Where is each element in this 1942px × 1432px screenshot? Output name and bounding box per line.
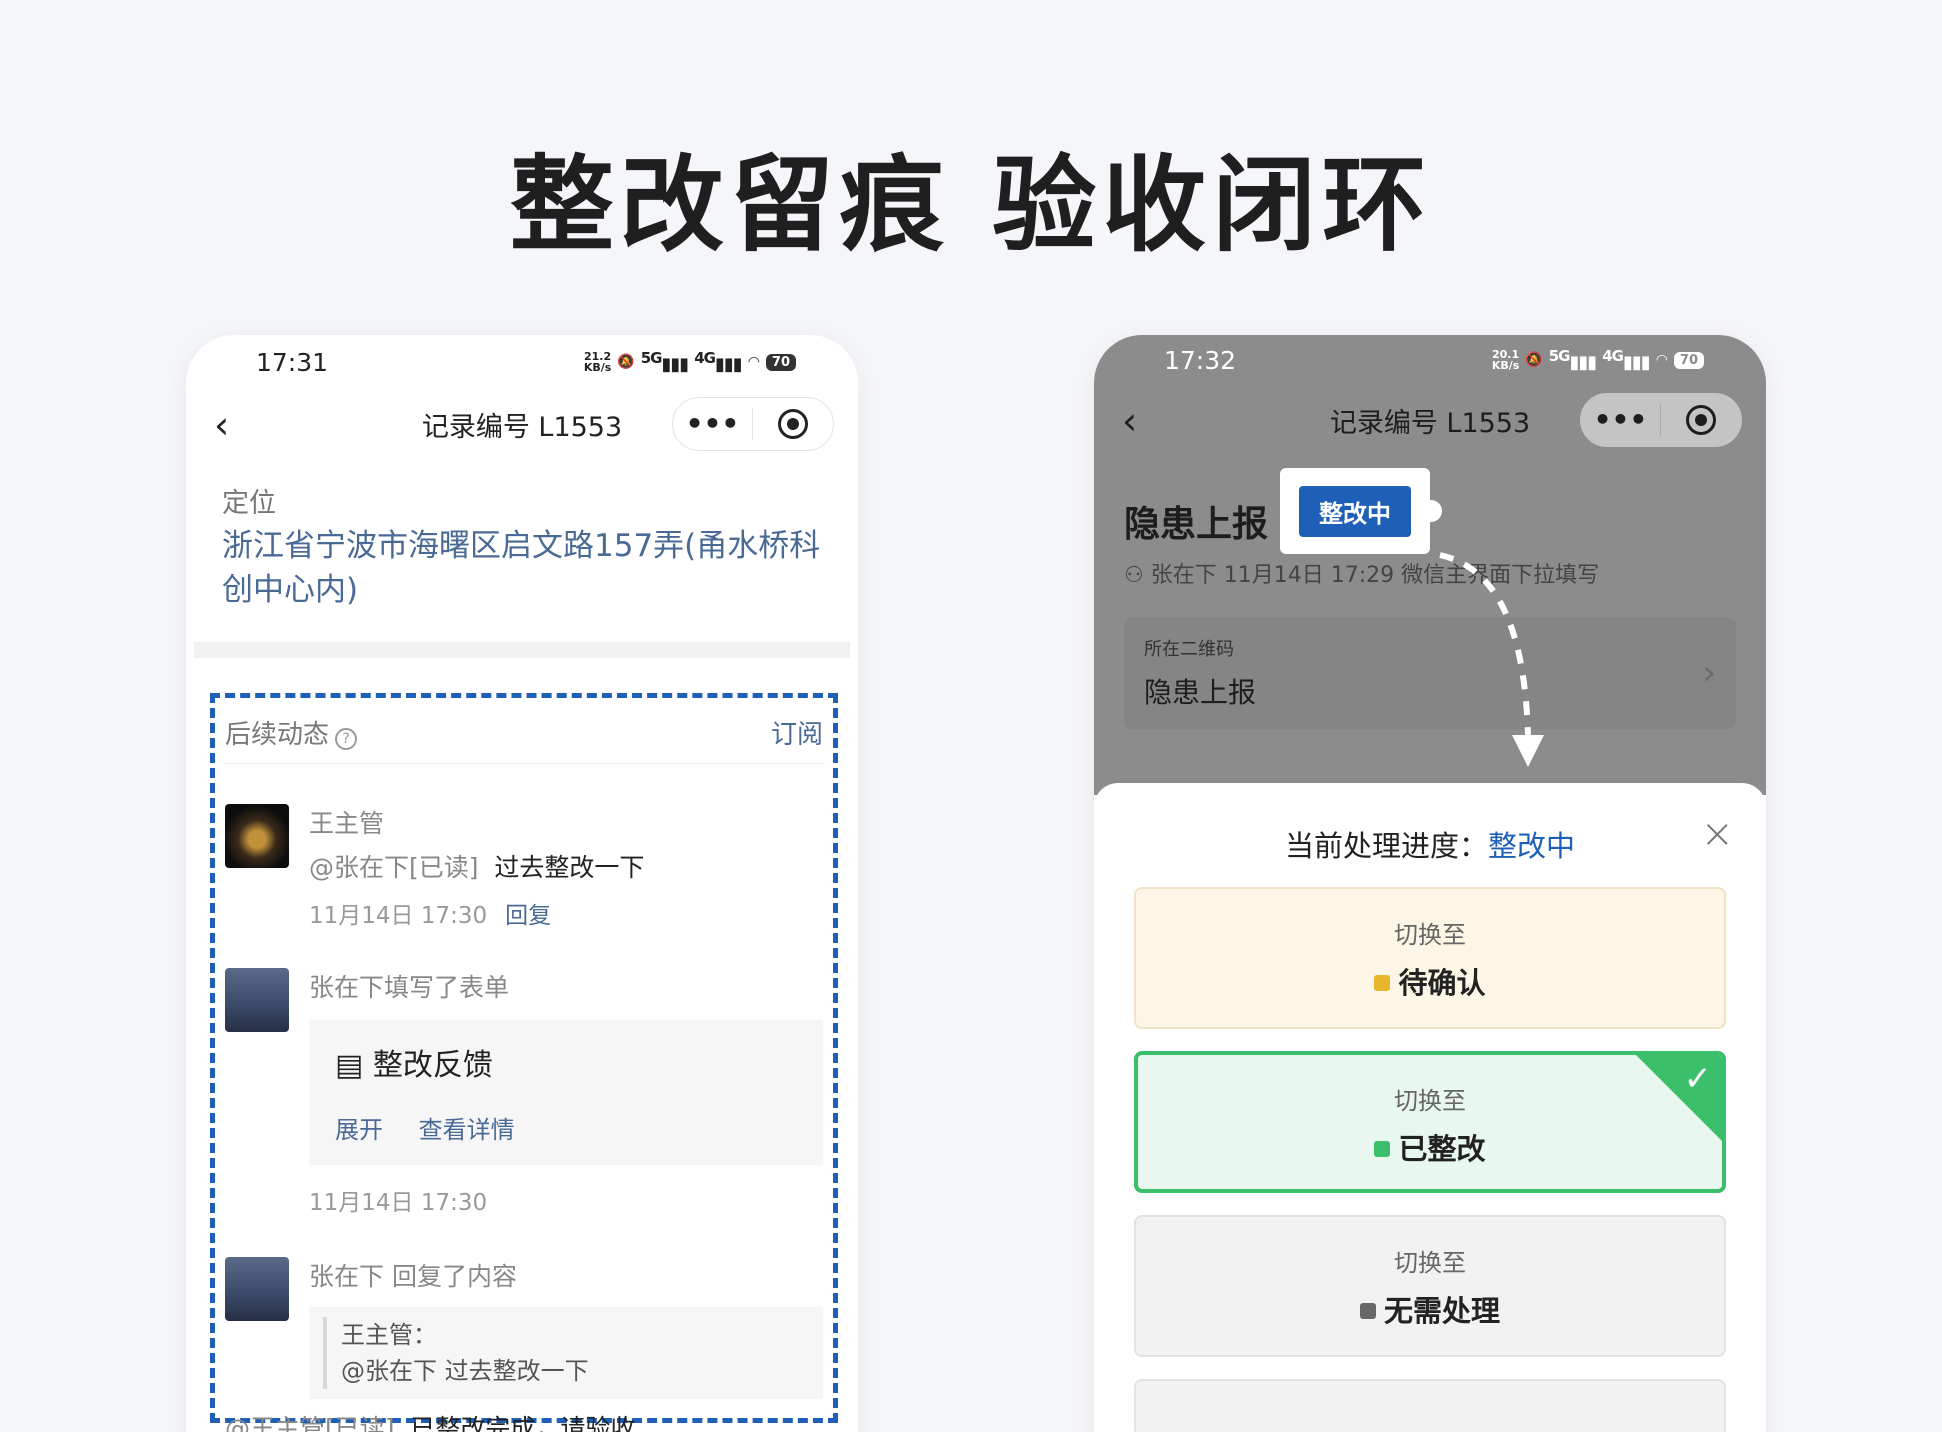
- status-time: 17:31: [256, 347, 329, 377]
- status-dot: [1374, 1141, 1391, 1157]
- status-badge[interactable]: 整改中: [1299, 485, 1411, 537]
- location-section: 定位 浙江省宁波市海曙区启文路157弄(甬水桥科创中心内): [186, 463, 858, 612]
- entry-time: 11月14日 17:30: [309, 1190, 488, 1216]
- entry-meta: 11月14日 17:30 回复: [309, 896, 823, 930]
- avatar[interactable]: [225, 804, 289, 868]
- mute-icon: 🔕: [1525, 352, 1543, 368]
- nav-bar: ‹ 记录编号 L1553 •••: [186, 385, 858, 463]
- reply-button[interactable]: 回复: [505, 903, 551, 929]
- signal-4g-icon: 4G▮▮▮: [1602, 347, 1650, 373]
- battery-icon: 70: [1673, 351, 1704, 369]
- entry-author: 张在下填写了表单: [309, 973, 510, 1002]
- location-address[interactable]: 浙江省宁波市海曙区启文路157弄(甬水桥科创中心内): [222, 524, 822, 612]
- dynamics-title-wrap: 后续动态?: [225, 714, 358, 751]
- dynamics-title: 后续动态: [225, 720, 330, 750]
- target-icon: [778, 409, 808, 439]
- user-icon: ⚇: [1124, 563, 1151, 588]
- location-label: 定位: [222, 488, 276, 519]
- view-details-link[interactable]: 查看详情: [419, 1116, 515, 1144]
- close-miniprogram-button[interactable]: [1661, 405, 1741, 435]
- status-dot: [1374, 975, 1391, 991]
- status-bar: 17:31 21.2 KB/s 🔕 5G▮▮▮ 4G▮▮▮ ◠ 70: [186, 339, 858, 385]
- quote-body: 王主管： @张在下 过去整改一下: [323, 1317, 809, 1389]
- hazard-title: 隐患上报: [1124, 504, 1269, 545]
- mute-icon: 🔕: [617, 354, 635, 370]
- status-bar: 17:32 20.1 KB/s 🔕 5G▮▮▮ 4G▮▮▮ ◠ 70: [1094, 335, 1766, 381]
- more-icon[interactable]: •••: [673, 408, 753, 440]
- option-status: 待确认: [1136, 960, 1724, 1002]
- section-divider: [194, 642, 850, 658]
- message-text: 过去整改一下: [494, 853, 645, 882]
- option-partial[interactable]: [1134, 1379, 1726, 1432]
- nav-bar: ‹ 记录编号 L1553 •••: [1094, 381, 1766, 459]
- sheet-header: 当前处理进度：整改中 ×: [1134, 811, 1734, 865]
- back-icon[interactable]: ‹: [214, 403, 229, 447]
- close-miniprogram-button[interactable]: [753, 409, 833, 439]
- quote-author: 王主管：: [341, 1321, 437, 1349]
- wifi-icon: ◠: [747, 354, 760, 370]
- signal-5g-icon: 5G▮▮▮: [1548, 347, 1597, 373]
- quote-text: @张在下 过去整改一下: [341, 1357, 589, 1385]
- subscribe-button[interactable]: 订阅: [771, 714, 823, 751]
- status-dot: [1359, 1303, 1376, 1319]
- form-links: 展开 查看详情: [335, 1110, 797, 1145]
- signal-5g-icon: 5G▮▮▮: [640, 349, 689, 375]
- entry-author: 张在下 回复了内容: [309, 1262, 517, 1291]
- form-title: ▤ 整改反馈: [335, 1048, 493, 1083]
- message-text: 已整改完成，请验收: [410, 1414, 636, 1432]
- net-speed: 20.1 KB/s: [1491, 348, 1520, 372]
- form-card[interactable]: ▤ 整改反馈 展开 查看详情: [309, 1020, 823, 1165]
- entry-message: @张在下[已读] 过去整改一下: [309, 848, 823, 884]
- document-icon: ▤: [335, 1048, 373, 1083]
- list-item: 张在下 回复了内容 王主管： @张在下 过去整改一下 @王主管[已读] 已整改完…: [225, 1257, 823, 1432]
- entry-message: @王主管[已读] 已整改完成，请验收: [225, 1409, 823, 1432]
- entry-time: 11月14日 17:30: [309, 903, 488, 929]
- option-switch-label: 切换至: [1394, 1249, 1466, 1277]
- headline: 整改留痕 验收闭环: [509, 144, 1433, 266]
- dimmed-background: 17:32 20.1 KB/s 🔕 5G▮▮▮ 4G▮▮▮ ◠ 70 ‹ 记录编号…: [1094, 335, 1766, 795]
- option-switch-label: 切换至: [1394, 921, 1466, 949]
- sheet-title: 当前处理进度：: [1284, 829, 1488, 863]
- help-icon[interactable]: ?: [335, 727, 358, 750]
- wifi-icon: ◠: [1655, 352, 1668, 368]
- option-pending[interactable]: 切换至 待确认: [1134, 887, 1726, 1029]
- list-item: 张在下填写了表单 ▤ 整改反馈 展开 查看详情 11月14日 17:30: [225, 968, 823, 1217]
- dynamics-header: 后续动态? 订阅: [225, 702, 823, 764]
- more-icon[interactable]: •••: [1581, 404, 1661, 436]
- option-rectified[interactable]: ✓ 切换至 已整改: [1134, 1051, 1726, 1193]
- mention-tag: @王主管[已读]: [225, 1414, 395, 1432]
- battery-icon: 70: [765, 353, 796, 371]
- expand-link[interactable]: 展开: [335, 1116, 383, 1144]
- quoted-message: 王主管： @张在下 过去整改一下: [309, 1307, 823, 1399]
- mention-tag: @张在下[已读]: [309, 853, 479, 882]
- avatar[interactable]: [225, 1257, 289, 1321]
- status-icons: 20.1 KB/s 🔕 5G▮▮▮ 4G▮▮▮ ◠ 70: [1492, 347, 1704, 373]
- dashed-arrow-icon: [1439, 552, 1544, 767]
- target-icon: [1686, 405, 1716, 435]
- page-title: 记录编号 L1553: [1329, 407, 1531, 439]
- signal-4g-icon: 4G▮▮▮: [694, 349, 742, 375]
- back-icon[interactable]: ‹: [1122, 399, 1137, 443]
- status-sheet: 当前处理进度：整改中 × 切换至 待确认 ✓ 切换至 已整改 切换至 无需处理: [1094, 783, 1766, 1432]
- avatar[interactable]: [225, 968, 289, 1032]
- page-title: 记录编号 L1553: [421, 411, 623, 443]
- current-status: 整改中: [1488, 829, 1576, 863]
- option-status: 无需处理: [1136, 1288, 1724, 1330]
- net-speed: 21.2 KB/s: [583, 350, 612, 374]
- status-icons: 21.2 KB/s 🔕 5G▮▮▮ 4G▮▮▮ ◠ 70: [584, 349, 796, 375]
- option-no-action[interactable]: 切换至 无需处理: [1134, 1215, 1726, 1357]
- list-item: 王主管 @张在下[已读] 过去整改一下 11月14日 17:30 回复: [225, 804, 823, 930]
- left-phone: 17:31 21.2 KB/s 🔕 5G▮▮▮ 4G▮▮▮ ◠ 70 ‹ 记录编号…: [186, 335, 858, 1432]
- mini-program-capsule: •••: [1580, 393, 1742, 447]
- check-icon: ✓: [1683, 1059, 1713, 1099]
- close-icon[interactable]: ×: [1700, 811, 1734, 857]
- mini-program-capsule: •••: [672, 397, 834, 451]
- dynamics-panel: 后续动态? 订阅 王主管 @张在下[已读] 过去整改一下 11月14日 17:3…: [210, 693, 838, 1432]
- status-time: 17:32: [1164, 345, 1237, 375]
- right-phone: 17:32 20.1 KB/s 🔕 5G▮▮▮ 4G▮▮▮ ◠ 70 ‹ 记录编号…: [1094, 335, 1766, 1432]
- chevron-right-icon: ›: [1702, 653, 1716, 693]
- status-badge-callout: 整改中: [1280, 468, 1442, 554]
- entry-author: 王主管: [309, 809, 385, 838]
